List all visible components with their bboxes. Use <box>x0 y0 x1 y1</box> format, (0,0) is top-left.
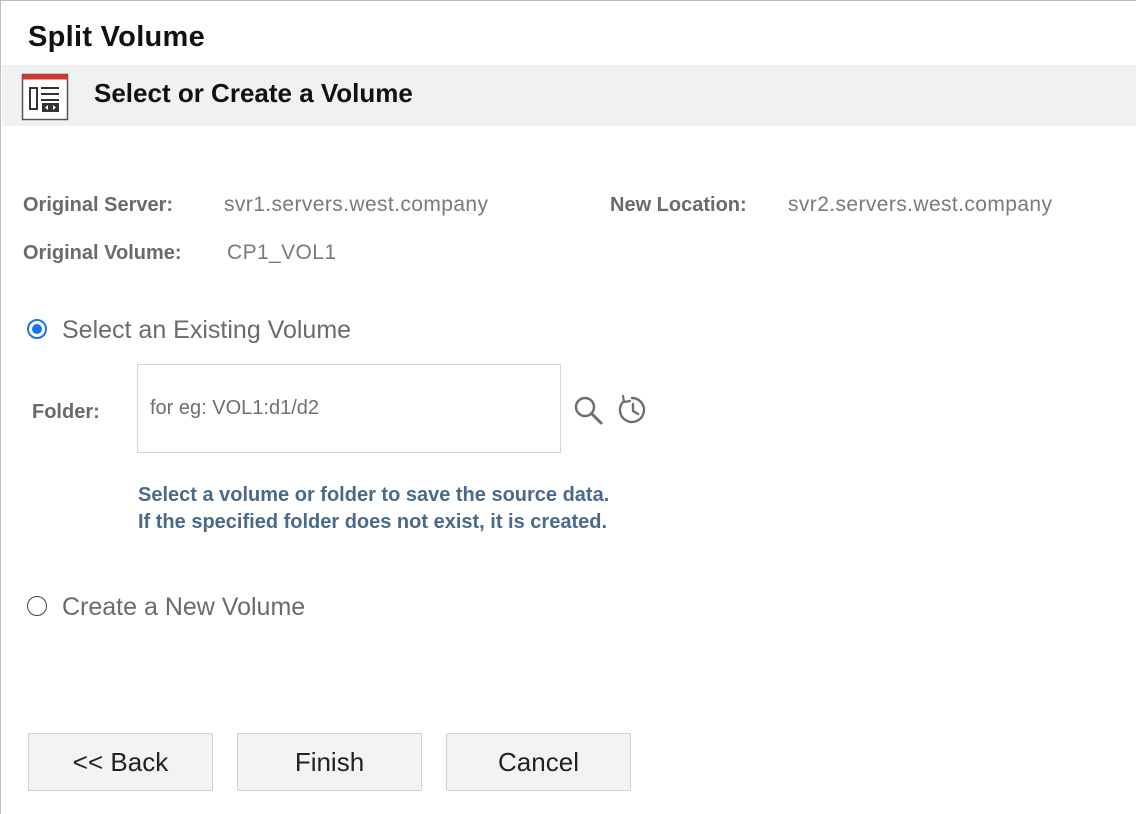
help-text-line-2: If the specified folder does not exist, … <box>138 511 608 533</box>
folder-input[interactable] <box>137 364 561 453</box>
original-server-value: svr1.servers.west.company <box>224 193 489 216</box>
original-volume-label: Original Volume: <box>23 242 182 264</box>
new-volume-radio[interactable] <box>27 596 47 616</box>
volume-panel-icon <box>21 73 69 121</box>
existing-volume-label[interactable]: Select an Existing Volume <box>62 316 351 345</box>
history-icon[interactable] <box>615 392 649 426</box>
existing-volume-radio[interactable] <box>27 319 47 339</box>
original-volume-value: CP1_VOL1 <box>227 241 337 264</box>
folder-label: Folder: <box>32 401 100 423</box>
page-title: Split Volume <box>28 21 206 53</box>
new-volume-label[interactable]: Create a New Volume <box>62 593 305 622</box>
back-button[interactable]: << Back <box>28 733 213 791</box>
wizard-frame: Split Volume Select or Create a Volume O… <box>0 0 1136 814</box>
new-location-value: svr2.servers.west.company <box>788 193 1053 216</box>
section-header: Select or Create a Volume <box>2 65 1136 126</box>
help-text-line-1: Select a volume or folder to save the so… <box>138 484 610 506</box>
finish-button[interactable]: Finish <box>237 733 422 791</box>
cancel-button[interactable]: Cancel <box>446 733 631 791</box>
original-server-label: Original Server: <box>23 194 174 216</box>
new-location-label: New Location: <box>610 194 747 216</box>
search-icon[interactable] <box>571 393 605 427</box>
section-title: Select or Create a Volume <box>94 78 413 108</box>
